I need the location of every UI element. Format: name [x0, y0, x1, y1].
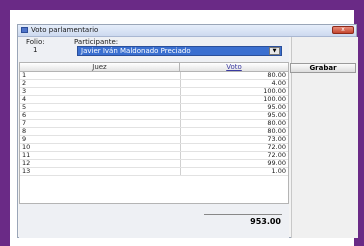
voto-cell[interactable]: 1.00 — [180, 168, 288, 175]
table-row[interactable]: 5 95.00 — [20, 104, 288, 112]
folio-value: 1 — [33, 46, 38, 54]
juez-cell: 3 — [22, 87, 27, 95]
close-button[interactable]: x — [332, 26, 354, 34]
voto-cell[interactable]: 80.00 — [180, 128, 288, 135]
grid-footer: 953.00 — [19, 204, 289, 238]
table-row[interactable]: 9 73.00 — [20, 136, 288, 144]
table-row[interactable]: 7 80.00 — [20, 120, 288, 128]
folio-label: Folio: — [26, 38, 45, 46]
juez-cell: 1 — [22, 71, 27, 79]
column-header-voto[interactable]: Voto — [180, 63, 288, 71]
table-row[interactable]: 13 1.00 — [20, 168, 288, 176]
voto-cell[interactable]: 95.00 — [180, 112, 288, 119]
table-row[interactable]: 10 72.00 — [20, 144, 288, 152]
juez-cell: 9 — [22, 135, 27, 143]
voto-cell[interactable]: 4.00 — [180, 80, 288, 87]
juez-cell: 7 — [22, 119, 27, 127]
table-row[interactable]: 6 95.00 — [20, 112, 288, 120]
votes-grid: Juez Voto 1 80.00 2 4.00 3 100.00 4 100.00 5 95.0… — [19, 62, 289, 204]
voto-cell[interactable]: 72.00 — [180, 152, 288, 159]
grid-header: Juez Voto — [20, 63, 288, 72]
app-icon — [21, 27, 28, 33]
grid-rows: 1 80.00 2 4.00 3 100.00 4 100.00 5 95.00 6 95.00 7 80… — [20, 72, 288, 176]
voto-cell[interactable]: 95.00 — [180, 104, 288, 111]
total-divider — [204, 214, 282, 215]
voto-cell[interactable]: 73.00 — [180, 136, 288, 143]
grabar-button[interactable]: Grabar — [290, 63, 356, 73]
juez-cell: 10 — [22, 143, 31, 151]
juez-cell: 8 — [22, 127, 27, 135]
juez-cell: 6 — [22, 111, 27, 119]
table-row[interactable]: 11 72.00 — [20, 152, 288, 160]
table-row[interactable]: 2 4.00 — [20, 80, 288, 88]
juez-cell: 5 — [22, 103, 27, 111]
voto-cell[interactable]: 100.00 — [180, 96, 288, 103]
window-title: Voto parlamentario — [31, 26, 99, 34]
table-row[interactable]: 1 80.00 — [20, 72, 288, 80]
juez-cell: 13 — [22, 167, 31, 175]
title-bar: Voto parlamentario x — [18, 25, 356, 37]
total-value: 953.00 — [250, 217, 281, 226]
table-row[interactable]: 8 80.00 — [20, 128, 288, 136]
chevron-down-icon[interactable]: ▼ — [269, 47, 280, 55]
voto-cell[interactable]: 80.00 — [180, 120, 288, 127]
juez-cell: 4 — [22, 95, 27, 103]
voto-cell[interactable]: 100.00 — [180, 88, 288, 95]
juez-cell: 11 — [22, 151, 31, 159]
column-header-juez[interactable]: Juez — [20, 63, 180, 71]
table-row[interactable]: 4 100.00 — [20, 96, 288, 104]
voto-parlamentario-window: Voto parlamentario x Folio: 1 Participan… — [17, 24, 358, 238]
voto-cell[interactable]: 72.00 — [180, 144, 288, 151]
participante-label: Participante: — [74, 38, 119, 46]
juez-cell: 2 — [22, 79, 27, 87]
participante-dropdown[interactable]: Javier Iván Maldonado Preciado ▼ — [77, 46, 282, 56]
voto-cell[interactable]: 99.00 — [180, 160, 288, 167]
table-row[interactable]: 12 99.00 — [20, 160, 288, 168]
voto-cell[interactable]: 80.00 — [180, 72, 288, 79]
table-row[interactable]: 3 100.00 — [20, 88, 288, 96]
participante-value: Javier Iván Maldonado Preciado — [81, 47, 191, 55]
juez-cell: 12 — [22, 159, 31, 167]
